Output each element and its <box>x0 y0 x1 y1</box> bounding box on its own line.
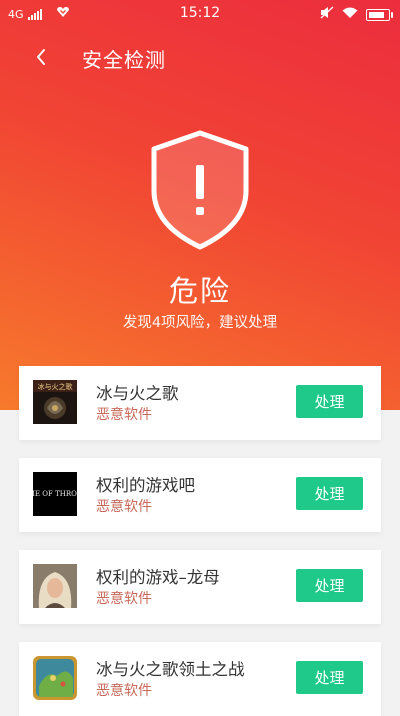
wifi-icon <box>342 7 358 23</box>
risk-tag: 恶意软件 <box>96 407 152 423</box>
handle-button[interactable]: 处理 <box>296 661 363 694</box>
status-bar: 4G 15:12 <box>0 0 400 28</box>
handle-button[interactable]: 处理 <box>296 477 363 510</box>
app-icon-territory-war <box>33 656 77 700</box>
app-card: 冰与火之歌 冰与火之歌 恶意软件 处理 <box>19 366 381 440</box>
top-bar: 安全检测 <box>0 36 400 76</box>
mute-icon <box>320 6 334 23</box>
battery-icon <box>366 8 393 21</box>
risk-tag: 恶意软件 <box>96 683 152 699</box>
app-icon-game-of-thrones: GAME OF THRONES <box>33 472 77 516</box>
chevron-left-icon <box>37 49 45 65</box>
status-bar-right <box>320 6 393 23</box>
app-name: 权利的游戏–龙母 <box>96 568 220 587</box>
app-icon-dragon-mother <box>33 564 77 608</box>
handle-button[interactable]: 处理 <box>296 569 363 602</box>
app-icon-title: GAME OF THRONES <box>33 490 77 498</box>
risk-tag: 恶意软件 <box>96 591 152 607</box>
app-name: 冰与火之歌领土之战 <box>96 660 245 679</box>
page-title: 安全检测 <box>82 48 166 72</box>
battery-level <box>369 11 384 18</box>
app-name: 权利的游戏吧 <box>96 476 195 495</box>
app-icon-title: 冰与火之歌 <box>38 382 73 391</box>
app-card: GAME OF THRONES 权利的游戏吧 恶意软件 处理 <box>19 458 381 532</box>
app-card: 冰与火之歌领土之战 恶意软件 处理 <box>19 642 381 716</box>
app-name: 冰与火之歌 <box>96 384 179 403</box>
risk-status: 危险 <box>168 274 231 308</box>
app-card: 权利的游戏–龙母 恶意软件 处理 <box>19 550 381 624</box>
back-button[interactable] <box>26 42 56 72</box>
handle-button[interactable]: 处理 <box>296 385 363 418</box>
risk-tag: 恶意软件 <box>96 499 152 515</box>
risk-summary: 发现4项风险，建议处理 <box>122 315 278 331</box>
app-icon-got-song: 冰与火之歌 <box>33 380 77 424</box>
shield-alert-icon <box>148 129 252 255</box>
